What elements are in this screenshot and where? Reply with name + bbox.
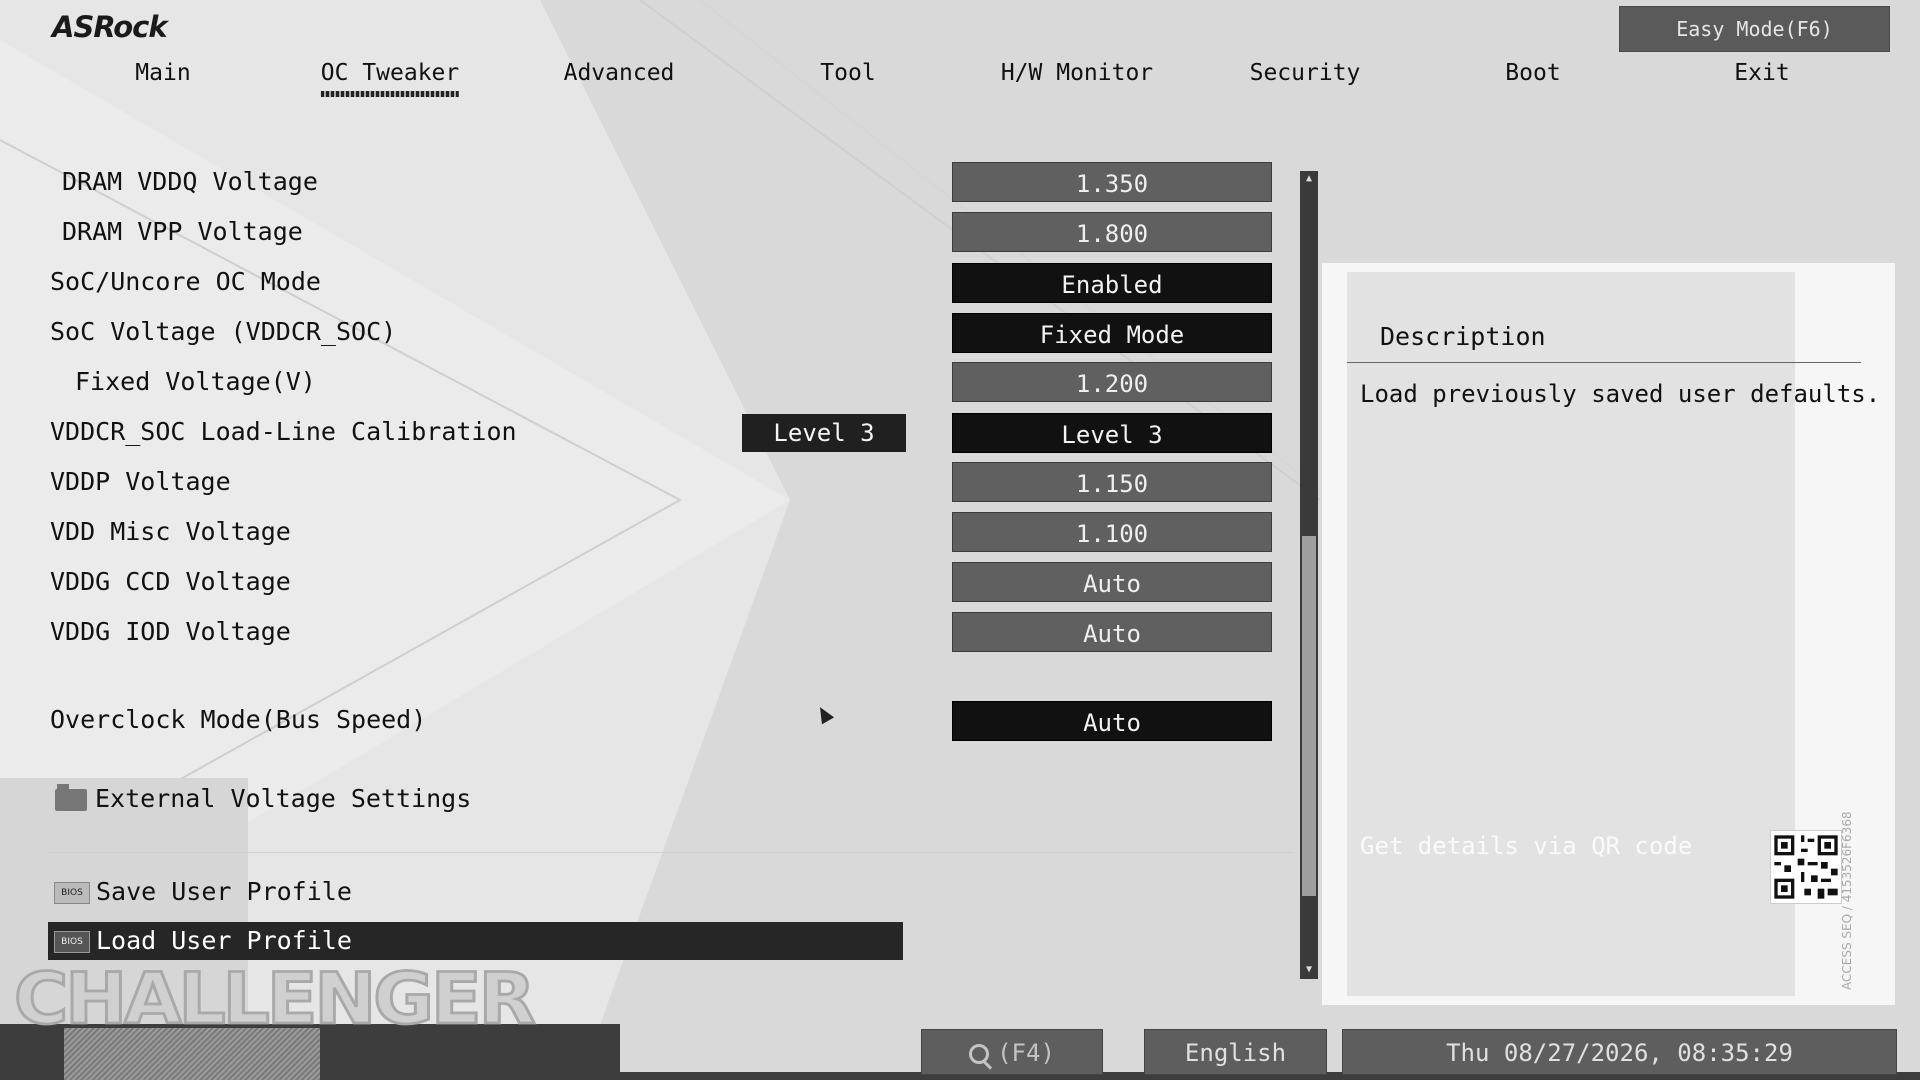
folder-label: External Voltage Settings [95,784,472,813]
tab-oc-tweaker[interactable]: OC Tweaker [320,60,460,97]
vddcr-soc-llc-select[interactable]: Level 3 [952,413,1272,453]
tab-tool[interactable]: Tool [820,60,875,86]
vdd-misc-voltage-value[interactable]: 1.100 [952,512,1272,552]
bios-icon: BIOS [54,931,90,953]
search-icon [969,1044,990,1064]
description-text: Load previously saved user defaults. [1360,380,1881,408]
description-title: Description [1380,322,1546,351]
setting-label-overclock-mode[interactable]: Overclock Mode(Bus Speed) [50,705,426,734]
tab-boot[interactable]: Boot [1505,60,1560,86]
setting-label-vddg-iod-voltage[interactable]: VDDG IOD Voltage [50,617,291,646]
setting-label-soc-uncore-oc-mode[interactable]: SoC/Uncore OC Mode [50,267,321,296]
tab-advanced[interactable]: Advanced [564,60,675,86]
vddp-voltage-value[interactable]: 1.150 [952,462,1272,502]
tab-exit[interactable]: Exit [1734,60,1789,86]
fixed-voltage-value[interactable]: 1.200 [952,362,1272,402]
dram-vpp-value[interactable]: 1.800 [952,212,1272,252]
tab-hw-monitor[interactable]: H/W Monitor [1001,60,1153,86]
scroll-down-arrow-icon[interactable]: ▼ [1303,964,1315,976]
datetime-display[interactable]: Thu 08/27/2026, 08:35:29 [1342,1029,1897,1075]
description-divider [1347,362,1861,363]
setting-label-dram-vddq[interactable]: DRAM VDDQ Voltage [62,167,318,196]
load-user-profile-item[interactable]: BIOS Load User Profile [48,922,903,960]
overclock-mode-select[interactable]: Auto [952,701,1272,741]
vddg-ccd-voltage-value[interactable]: Auto [952,562,1272,602]
active-tab-underline [320,91,460,97]
llc-current-level-tag: Level 3 [742,414,906,452]
save-user-profile-item[interactable]: BIOS Save User Profile [48,873,903,911]
setting-label-vddg-ccd-voltage[interactable]: VDDG CCD Voltage [50,567,291,596]
scroll-up-arrow-icon[interactable]: ▲ [1303,173,1315,185]
bios-icon: BIOS [54,882,90,904]
soc-voltage-select[interactable]: Fixed Mode [952,313,1272,353]
soc-uncore-oc-mode-select[interactable]: Enabled [952,263,1272,303]
save-user-profile-label: Save User Profile [96,877,352,906]
tab-security[interactable]: Security [1250,60,1361,86]
vddg-iod-voltage-value[interactable]: Auto [952,612,1272,652]
folder-icon [55,784,87,811]
tab-main[interactable]: Main [135,60,190,86]
asrock-logo: ASRock [52,10,168,44]
setting-label-fixed-voltage[interactable]: Fixed Voltage(V) [75,367,316,396]
easy-mode-button[interactable]: Easy Mode(F6) [1619,6,1890,52]
external-voltage-settings-folder[interactable]: External Voltage Settings [55,784,471,813]
setting-label-vddp-voltage[interactable]: VDDP Voltage [50,467,231,496]
challenger-watermark: CHALLENGER [13,957,538,1042]
language-button[interactable]: English [1144,1029,1327,1075]
scrollbar-thumb[interactable] [1302,536,1316,896]
load-user-profile-label: Load User Profile [96,926,352,955]
search-button[interactable]: (F4) [921,1029,1103,1075]
tab-oc-tweaker-label: OC Tweaker [320,60,460,86]
qr-code-icon [1770,830,1842,904]
setting-label-vddcr-soc-llc[interactable]: VDDCR_SOC Load-Line Calibration [50,417,517,446]
qr-code-hint: Get details via QR code [1360,832,1693,860]
setting-label-dram-vpp[interactable]: DRAM VPP Voltage [62,217,303,246]
setting-label-vdd-misc-voltage[interactable]: VDD Misc Voltage [50,517,291,546]
search-shortcut-label: (F4) [997,1039,1055,1067]
setting-label-soc-voltage[interactable]: SoC Voltage (VDDCR_SOC) [50,317,396,346]
section-divider [48,852,1293,853]
dram-vddq-value[interactable]: 1.350 [952,162,1272,202]
access-sequence-code: ACCESS SEQ / 4153526F6368 [1840,811,1854,990]
